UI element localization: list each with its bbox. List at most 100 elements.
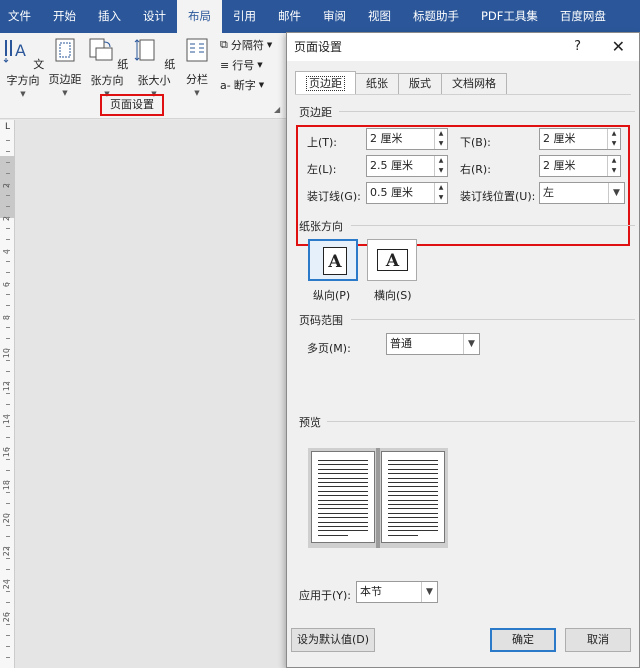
tab-paper[interactable]: 纸张 — [355, 73, 399, 95]
dialog-launcher-icon[interactable]: ◢ — [274, 105, 280, 114]
ruler-tick — [6, 327, 10, 328]
chevron-down-icon[interactable]: ▼ — [608, 183, 624, 203]
preview-text-line — [388, 512, 438, 514]
ruler-tick — [6, 624, 10, 625]
cancel-button[interactable]: 取消 — [565, 628, 631, 652]
close-icon[interactable]: ✕ — [612, 33, 625, 61]
preview-text-line — [388, 499, 438, 501]
ok-button[interactable]: 确定 — [490, 628, 556, 652]
ruler-tick — [6, 162, 10, 163]
down-icon[interactable]: ▼ — [608, 166, 620, 176]
preview-text-line — [318, 534, 348, 536]
tab-insert[interactable]: 插入 — [87, 0, 132, 33]
chevron-down-icon[interactable]: ▼ — [463, 334, 479, 354]
columns-button[interactable]: 分栏 ▼ — [183, 36, 211, 97]
preview-text-line — [318, 499, 368, 501]
chevron-down-icon: ▼ — [257, 61, 263, 69]
breaks-button[interactable]: ⧉ 分隔符 ▼ — [220, 37, 272, 53]
size-button[interactable]: 纸张大小 ▼ — [131, 36, 177, 98]
tab-view[interactable]: 视图 — [357, 0, 402, 33]
multiple-pages-select[interactable]: 普通 ▼ — [386, 333, 480, 355]
preview-text-line — [388, 530, 438, 532]
right-margin-input[interactable]: 2 厘米 ▲ ▼ — [539, 155, 621, 177]
text-direction-icon: A — [3, 40, 26, 63]
margins-label: 页边距 — [48, 73, 82, 86]
spin-buttons[interactable]: ▲ ▼ — [434, 156, 447, 176]
preview-left-page — [311, 451, 375, 543]
portrait-button[interactable]: A — [308, 239, 358, 281]
bottom-margin-input[interactable]: 2 厘米 ▲ ▼ — [539, 128, 621, 150]
tab-selector[interactable]: L — [0, 120, 15, 135]
tab-mailings[interactable]: 邮件 — [267, 0, 312, 33]
preview-text-line — [388, 504, 438, 505]
up-icon[interactable]: ▲ — [608, 129, 620, 139]
ruler-tick — [6, 239, 10, 240]
hyphenation-button[interactable]: a- 断字 ▼ — [220, 77, 264, 93]
down-icon[interactable]: ▼ — [435, 139, 447, 149]
ruler-tick — [6, 151, 10, 152]
spin-buttons[interactable]: ▲ ▼ — [434, 129, 447, 149]
preview-text-line — [388, 526, 438, 527]
bottom-margin-value: 2 厘米 — [543, 132, 576, 145]
ruler-tick — [6, 393, 10, 394]
up-icon[interactable]: ▲ — [608, 156, 620, 166]
gutter-input[interactable]: 0.5 厘米 ▲ ▼ — [366, 182, 448, 204]
tab-title-helper[interactable]: 标题助手 — [402, 0, 470, 33]
ruler-tick — [6, 591, 10, 592]
tab-design[interactable]: 设计 — [132, 0, 177, 33]
up-icon[interactable]: ▲ — [435, 156, 447, 166]
ruler-tick — [6, 426, 10, 427]
preview-text-line — [318, 464, 368, 466]
breaks-icon: ⧉ — [220, 38, 228, 51]
hyphenation-icon: a- — [220, 78, 231, 92]
spin-buttons[interactable]: ▲ ▼ — [607, 129, 620, 149]
tab-layout[interactable]: 布局 — [177, 0, 222, 33]
tab-doc-grid[interactable]: 文档网格 — [441, 73, 507, 95]
chevron-down-icon: ▼ — [258, 81, 265, 89]
pages-section-label: 页码范围 — [299, 314, 343, 327]
down-icon[interactable]: ▼ — [435, 166, 447, 176]
up-icon[interactable]: ▲ — [435, 183, 447, 193]
tab-layout-options[interactable]: 版式 — [398, 73, 442, 95]
ruler-tick — [6, 316, 10, 317]
top-margin-input[interactable]: 2 厘米 ▲ ▼ — [366, 128, 448, 150]
tab-references[interactable]: 引用 — [222, 0, 267, 33]
tab-pdf-tools[interactable]: PDF工具集 — [470, 0, 549, 33]
spin-buttons[interactable]: ▲ ▼ — [434, 183, 447, 203]
preview-text-line — [318, 530, 368, 532]
help-icon[interactable]: ? — [574, 33, 581, 61]
dialog-tabs: 页边距 纸张 版式 文档网格 — [295, 71, 507, 95]
left-margin-input[interactable]: 2.5 厘米 ▲ ▼ — [366, 155, 448, 177]
spin-buttons[interactable]: ▲ ▼ — [607, 156, 620, 176]
apply-to-label: 应用于(Y): — [299, 589, 352, 602]
ruler-tick — [6, 569, 10, 570]
tab-file[interactable]: 文件 — [0, 0, 42, 33]
left-margin-value: 2.5 厘米 — [370, 159, 413, 172]
gutter-position-select[interactable]: 左 ▼ — [539, 182, 625, 204]
ruler-tick — [6, 657, 10, 658]
top-margin-label: 上(T): — [307, 136, 338, 149]
landscape-button[interactable]: A — [367, 239, 417, 281]
chevron-down-icon[interactable]: ▼ — [421, 582, 437, 602]
orientation-button[interactable]: 纸张方向 ▼ — [84, 36, 130, 98]
tab-review[interactable]: 审阅 — [312, 0, 357, 33]
ruler-tick — [6, 470, 10, 471]
tab-margins[interactable]: 页边距 — [295, 71, 356, 95]
ruler-tick — [6, 250, 10, 251]
tab-baidu-netdisk[interactable]: 百度网盘 — [549, 0, 617, 33]
ruler-tick — [6, 459, 10, 460]
margins-button[interactable]: 页边距 ▼ — [47, 36, 83, 97]
text-direction-button[interactable]: A 文字方向 ▼ — [0, 36, 46, 98]
up-icon[interactable]: ▲ — [435, 129, 447, 139]
tab-home[interactable]: 开始 — [42, 0, 87, 33]
line-numbers-button[interactable]: ≡ 行号 ▼ — [220, 57, 263, 73]
apply-to-select[interactable]: 本节 ▼ — [356, 581, 438, 603]
set-default-button[interactable]: 设为默认值(D) — [291, 628, 375, 652]
breaks-label: 分隔符 — [230, 39, 264, 52]
down-icon[interactable]: ▼ — [435, 193, 447, 203]
gutter-position-value: 左 — [543, 186, 554, 199]
preview-right-page — [381, 451, 445, 543]
margins-section-title: 页边距 — [299, 104, 635, 120]
preview-text-line — [388, 460, 438, 461]
down-icon[interactable]: ▼ — [608, 139, 620, 149]
